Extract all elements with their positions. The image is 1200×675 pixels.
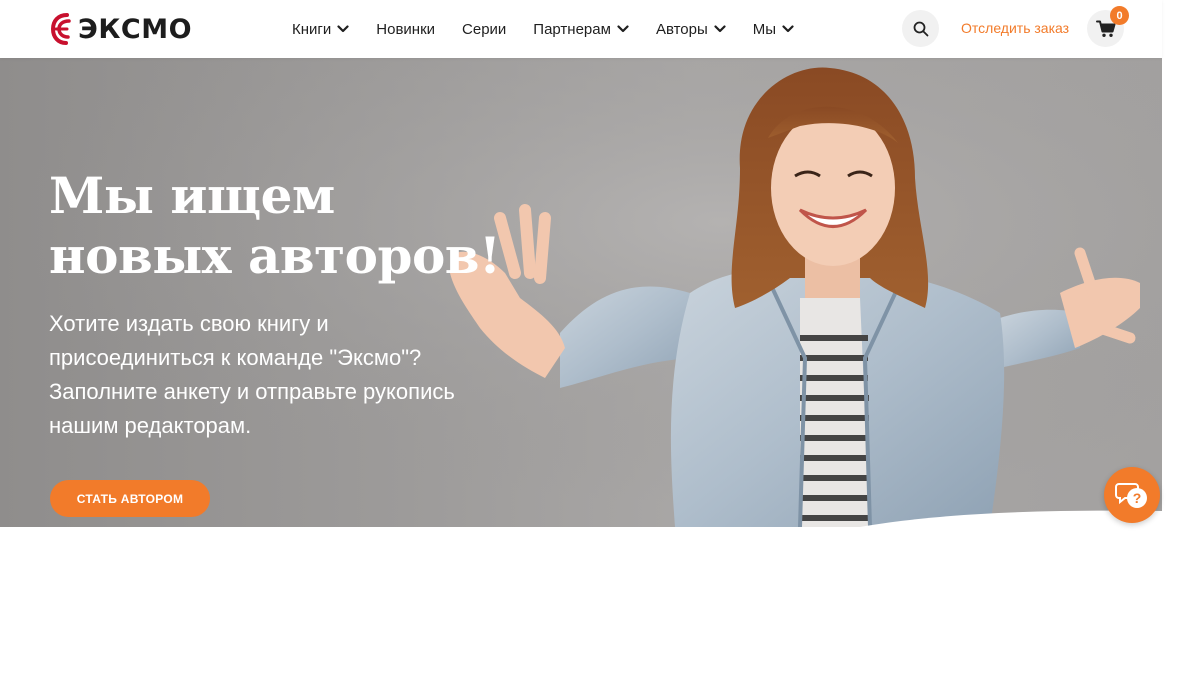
- track-order-link[interactable]: Отследить заказ: [961, 20, 1069, 36]
- hero-title-line: Мы ищем: [49, 166, 335, 225]
- hero-banner: Мы ищем новых авторов! Хотите издать сво…: [0, 58, 1162, 527]
- help-chat-button[interactable]: ?: [1104, 467, 1160, 523]
- chevron-down-icon: [782, 25, 794, 33]
- search-icon: [913, 21, 928, 36]
- chevron-down-icon: [714, 25, 726, 33]
- search-button[interactable]: [902, 10, 939, 47]
- hero-text-line: Хотите издать свою книгу и: [49, 311, 329, 336]
- hero-text-line: Заполните анкету и отправьте рукопись: [49, 379, 455, 404]
- svg-text:?: ?: [1133, 490, 1142, 506]
- help-chat-icon: ?: [1115, 483, 1147, 508]
- nav-item-series[interactable]: Серии: [462, 21, 506, 38]
- main-nav: Книги Новинки Серии Партнерам Авторы Мы: [292, 0, 821, 58]
- hero-text-line: присоединиться к команде "Эксмо"?: [49, 345, 422, 370]
- hero-text-line: нашим редакторам.: [49, 413, 252, 438]
- nav-item-label: Книги: [292, 20, 332, 38]
- chevron-down-icon: [337, 25, 349, 33]
- hero-title: Мы ищем новых авторов!: [49, 166, 529, 286]
- eksmo-logo-icon: [50, 13, 71, 45]
- logo[interactable]: ЭКСМО: [50, 9, 192, 49]
- nav-item-about[interactable]: Мы: [753, 21, 794, 38]
- nav-item-label: Мы: [752, 20, 777, 38]
- nav-item-label: Авторы: [655, 20, 708, 38]
- hero-photo: [0, 58, 1162, 527]
- nav-item-label: Партнерам: [533, 20, 611, 38]
- nav-item-label: Новинки: [376, 20, 436, 38]
- nav-item-label: Серии: [462, 20, 507, 38]
- hero-bottom-wave: [860, 510, 1162, 527]
- hero-description: Хотите издать свою книгу и присоединитьс…: [49, 307, 489, 443]
- nav-item-authors[interactable]: Авторы: [656, 21, 726, 38]
- chevron-down-icon: [617, 25, 629, 33]
- cart-count-badge: 0: [1110, 6, 1129, 25]
- logo-text: ЭКСМО: [78, 13, 193, 45]
- hero-title-line: новых авторов!: [49, 226, 501, 285]
- site-header: ЭКСМО Книги Новинки Серии Партнерам Авто…: [0, 0, 1162, 58]
- nav-item-new[interactable]: Новинки: [376, 21, 435, 38]
- nav-item-partners[interactable]: Партнерам: [533, 21, 629, 38]
- nav-item-books[interactable]: Книги: [292, 21, 349, 38]
